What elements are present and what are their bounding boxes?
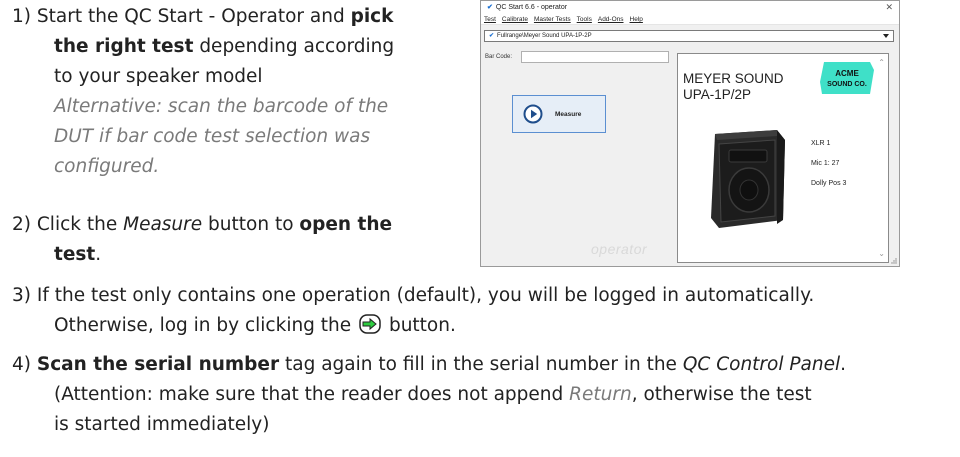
scroll-down-icon[interactable]: ⌄ — [878, 249, 885, 258]
step-number: 3) — [12, 285, 31, 306]
alternative-note-2: DUT if bar code test selection was — [54, 126, 371, 147]
step-1: 1) Start the QC Start - Operator and pic… — [12, 2, 457, 182]
play-icon — [523, 104, 543, 124]
test-info-panel: MEYER SOUND UPA-1P/2P ACME SOUND CO. XLR… — [677, 53, 889, 263]
selected-test: Fullrange\Meyer Sound UPA-1P-2P — [497, 33, 592, 39]
window-titlebar: ✔ QC Start 6.6 - operator ✕ — [481, 1, 899, 14]
measure-button[interactable]: Measure — [512, 95, 606, 133]
login-arrow-icon — [359, 314, 381, 334]
speaker-image — [711, 130, 785, 228]
svg-text:ACME: ACME — [835, 69, 859, 78]
test-select-dropdown[interactable]: ✔ Fullrange\Meyer Sound UPA-1P-2P — [484, 30, 894, 42]
barcode-label: Bar Code: — [485, 54, 513, 60]
speaker-model-title: MEYER SOUND UPA-1P/2P — [683, 71, 784, 102]
step-number: 2) — [12, 214, 31, 235]
check-icon: ✔ — [489, 33, 495, 39]
menu-master-tests[interactable]: Master Tests — [534, 14, 571, 24]
qc-start-window: ✔ QC Start 6.6 - operator ✕ Test Calibrat… — [480, 0, 900, 267]
svg-text:SOUND CO.: SOUND CO. — [827, 81, 867, 88]
barcode-input[interactable] — [521, 51, 669, 63]
app-check-icon: ✔ — [487, 4, 493, 11]
operator-watermark: operator — [591, 241, 648, 257]
step-2: 2) Click the Measure button to open the … — [12, 214, 393, 265]
info-mic: Mic 1: 27 — [811, 160, 840, 167]
menu-test[interactable]: Test — [484, 14, 496, 24]
step-3: 3) If the test only contains one operati… — [12, 285, 815, 336]
step-number: 1) — [12, 6, 31, 27]
step-number: 4) — [12, 354, 31, 375]
resize-grip-icon[interactable] — [890, 257, 898, 265]
menu-bar: Test Calibrate Master Tests Tools Add-On… — [481, 14, 899, 25]
scroll-up-icon[interactable]: ⌃ — [878, 58, 885, 67]
alternative-note-3: configured. — [54, 156, 160, 177]
info-dolly: Dolly Pos 3 — [811, 180, 847, 187]
window-title: QC Start 6.6 - operator — [495, 4, 568, 11]
test-info-list: XLR 1 Mic 1: 27 Dolly Pos 3 — [811, 134, 846, 194]
close-icon[interactable]: ✕ — [885, 1, 893, 14]
menu-help[interactable]: Help — [630, 14, 643, 24]
acme-sound-logo: ACME SOUND CO. — [820, 62, 874, 94]
chevron-down-icon[interactable] — [883, 34, 889, 38]
step-4: 4) Scan the serial number tag again to f… — [12, 354, 846, 435]
menu-calibrate[interactable]: Calibrate — [502, 14, 528, 24]
measure-label: Measure — [555, 110, 582, 118]
info-xlr: XLR 1 — [811, 140, 831, 147]
alternative-note-1: Alternative: scan the barcode of the — [54, 96, 389, 117]
menu-add-ons[interactable]: Add-Ons — [598, 14, 624, 24]
menu-tools[interactable]: Tools — [577, 14, 592, 24]
